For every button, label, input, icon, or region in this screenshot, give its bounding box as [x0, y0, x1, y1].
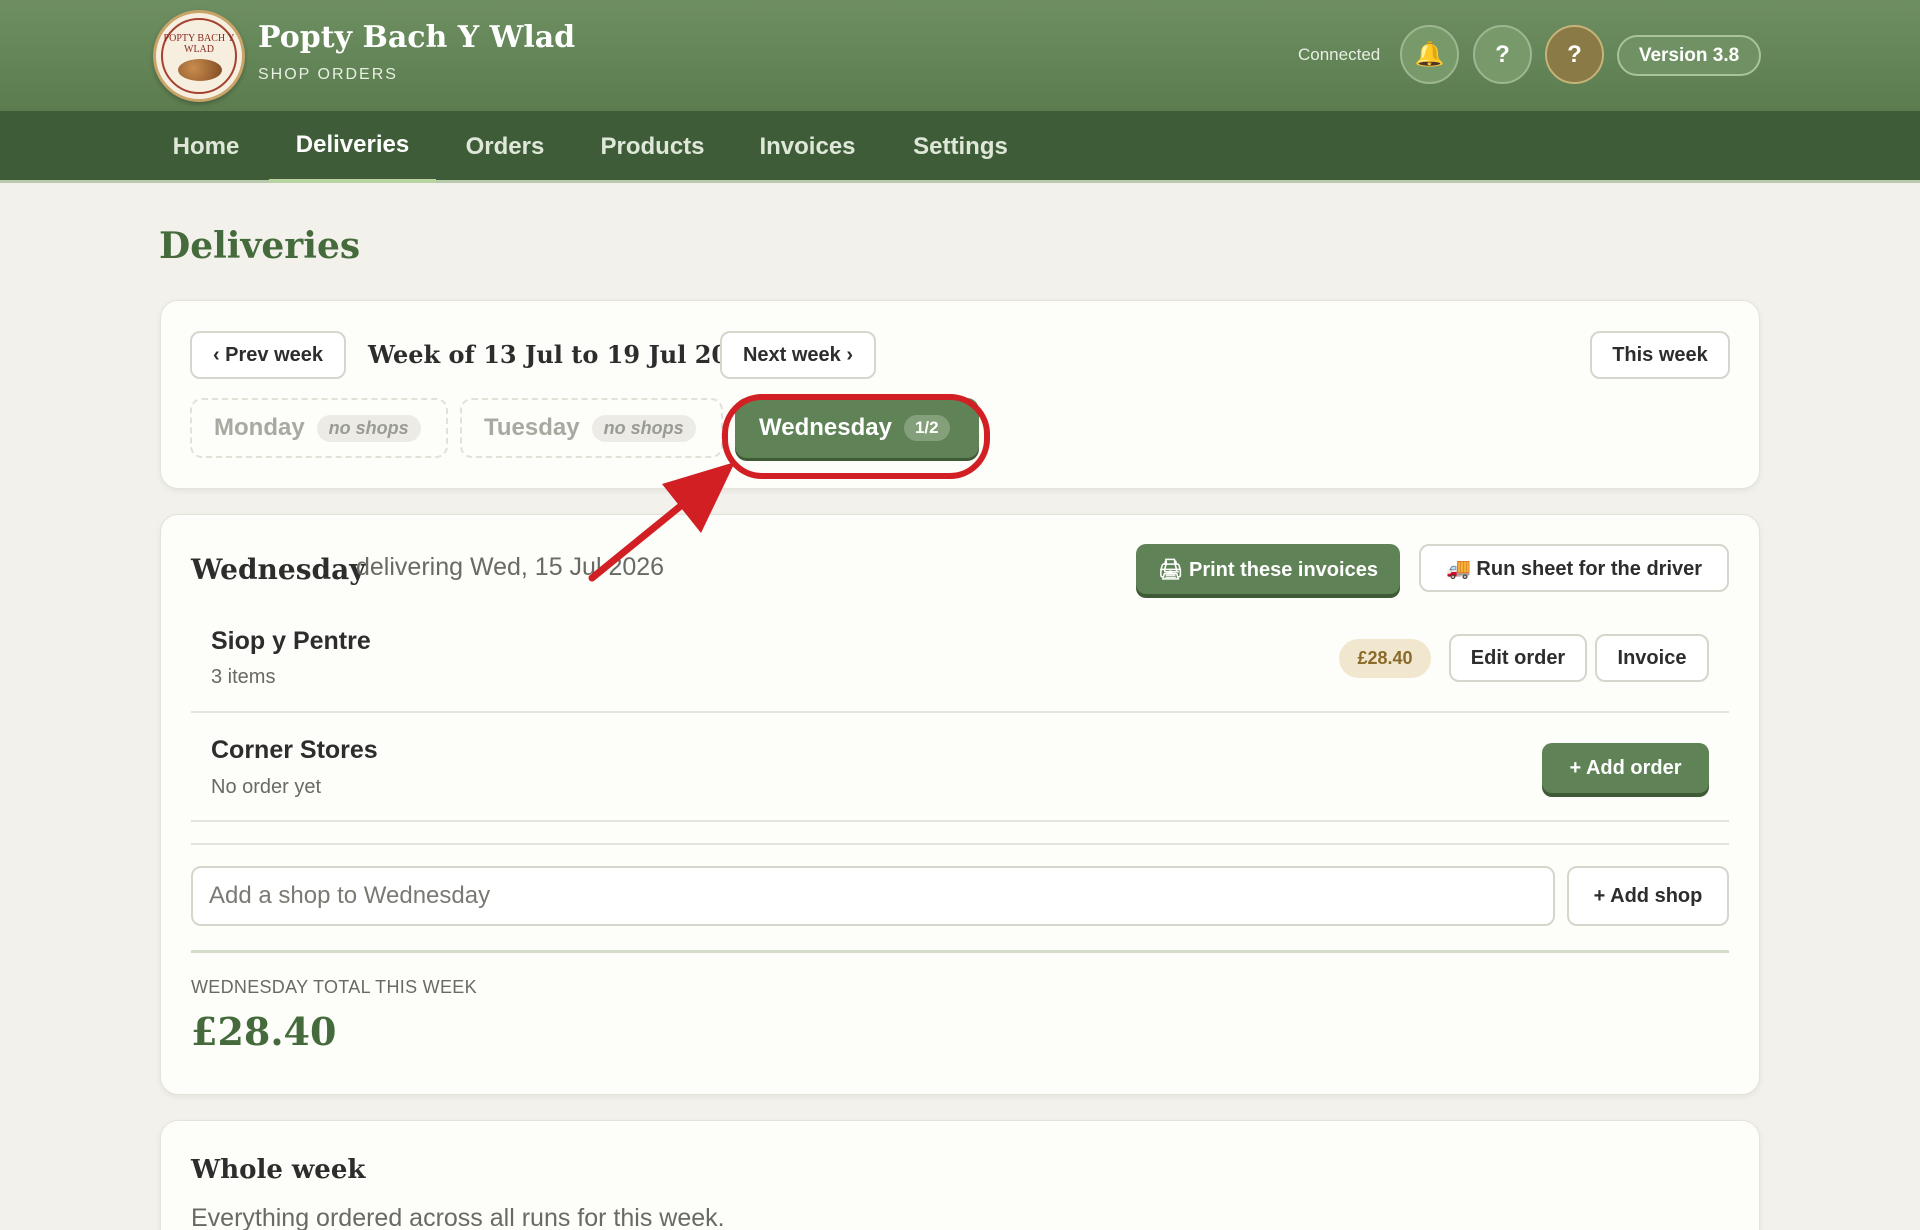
row-divider: [191, 820, 1729, 822]
edit-order-button[interactable]: Edit order: [1449, 634, 1587, 682]
brand-logo[interactable]: POPTY BACH Y WLAD: [153, 10, 245, 102]
logo-ring: [161, 18, 237, 94]
order-total-badge: £28.40: [1339, 639, 1431, 678]
day-name: Tuesday: [484, 414, 580, 441]
add-shop-input[interactable]: [191, 866, 1555, 926]
nav-settings[interactable]: Settings: [898, 111, 1023, 183]
bell-icon: 🔔: [1414, 41, 1445, 68]
help-button[interactable]: ?: [1473, 25, 1532, 84]
day-name: Monday: [214, 414, 305, 441]
run-sheet-button[interactable]: 🚚 Run sheet for the driver: [1419, 544, 1729, 592]
profile-button[interactable]: ?: [1545, 25, 1604, 84]
day-badge: no shops: [591, 414, 696, 442]
row-divider: [191, 711, 1729, 713]
day-tab-tuesday[interactable]: Tuesday no shops: [460, 398, 723, 458]
prev-week-button[interactable]: ‹ Prev week: [190, 331, 346, 379]
nav-invoices[interactable]: Invoices: [745, 111, 870, 183]
profile-icon: ?: [1567, 40, 1582, 68]
main-nav: Home Deliveries Orders Products Invoices…: [0, 111, 1920, 183]
day-run-card: [160, 514, 1760, 1095]
section-divider: [191, 843, 1729, 845]
week-label: Week of 13 Jul to 19 Jul 2026: [368, 340, 762, 369]
nav-products[interactable]: Products: [585, 111, 720, 183]
day-total-value: £28.40: [191, 1009, 337, 1054]
whole-week-description: Everything ordered across all runs for t…: [191, 1204, 725, 1230]
top-header: POPTY BACH Y WLAD Popty Bach Y Wlad SHOP…: [0, 0, 1920, 111]
shop-order-status: No order yet: [211, 776, 322, 798]
total-divider: [191, 950, 1729, 953]
run-delivery-date: delivering Wed, 15 Jul 2026: [356, 553, 665, 581]
whole-week-title: Whole week: [191, 1155, 366, 1185]
brand-title: Popty Bach Y Wlad: [258, 20, 576, 55]
day-tab-monday[interactable]: Monday no shops: [190, 398, 448, 458]
annotation-highlight-ring: [722, 394, 990, 479]
shop-name: Siop y Pentre: [211, 627, 371, 655]
run-day-title: Wednesday: [191, 553, 366, 586]
notifications-button[interactable]: 🔔: [1400, 25, 1459, 84]
this-week-button[interactable]: This week: [1590, 331, 1730, 379]
nav-orders[interactable]: Orders: [450, 111, 560, 183]
next-week-button[interactable]: Next week ›: [720, 331, 876, 379]
brand-subtitle: SHOP ORDERS: [258, 66, 398, 83]
print-invoices-button[interactable]: 🖨 Print these invoices: [1136, 544, 1400, 594]
invoice-button[interactable]: Invoice: [1595, 634, 1709, 682]
logo-cakes-icon: [178, 59, 222, 81]
shop-item-count: 3 items: [211, 666, 276, 688]
connection-status: Connected: [1298, 45, 1381, 64]
add-order-button[interactable]: + Add order: [1542, 743, 1709, 793]
logo-text: POPTY BACH Y WLAD: [163, 33, 235, 55]
page-title: Deliveries: [159, 225, 361, 267]
nav-deliveries[interactable]: Deliveries: [269, 111, 436, 183]
day-badge: no shops: [316, 414, 421, 442]
nav-home[interactable]: Home: [152, 111, 260, 183]
shop-name: Corner Stores: [211, 736, 378, 764]
version-badge[interactable]: Version 3.8: [1617, 35, 1761, 76]
day-total-label: WEDNESDAY TOTAL THIS WEEK: [191, 977, 477, 997]
add-shop-button[interactable]: + Add shop: [1567, 866, 1729, 926]
help-icon: ?: [1495, 40, 1510, 68]
